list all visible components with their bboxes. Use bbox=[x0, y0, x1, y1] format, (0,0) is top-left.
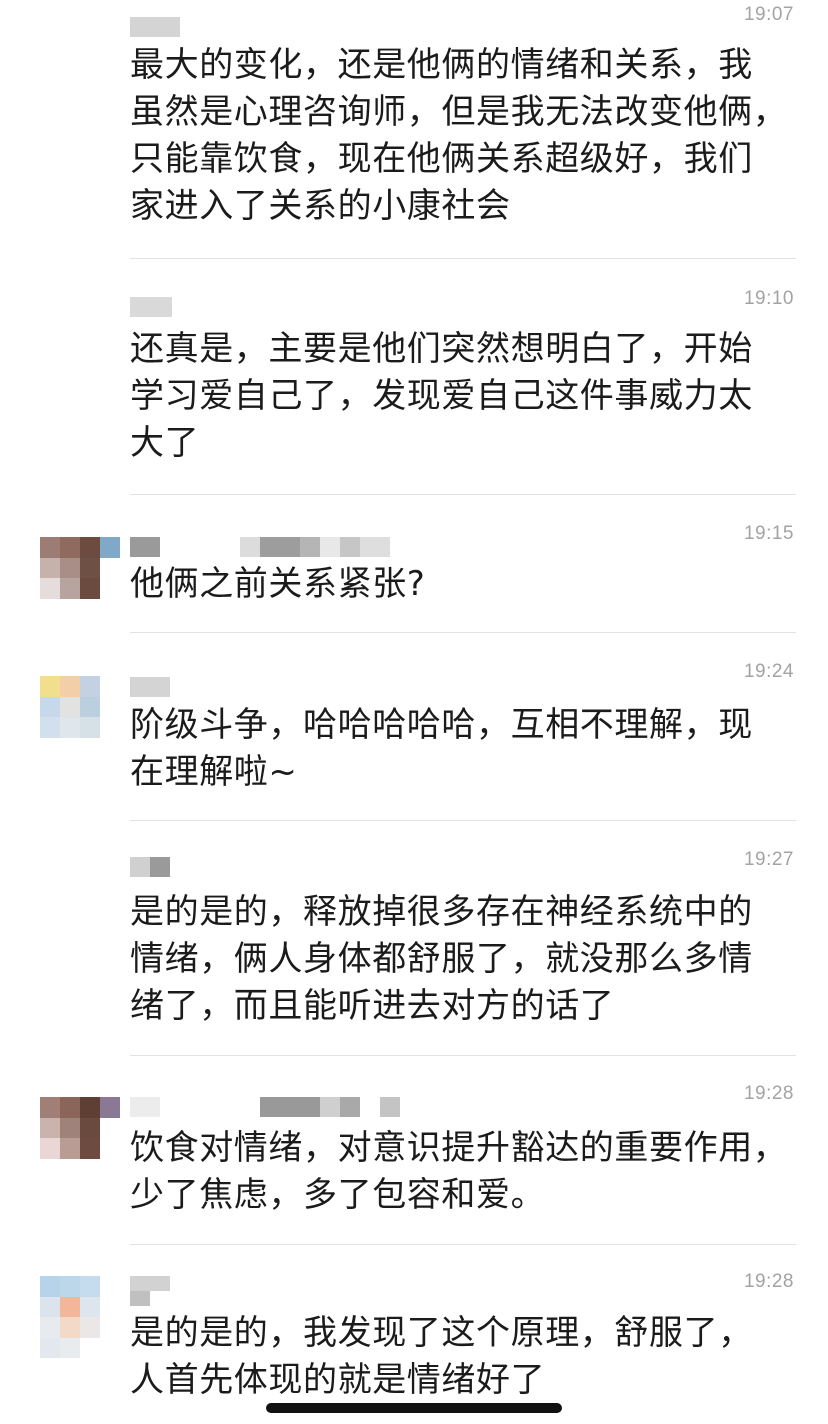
chat-message-list[interactable]: 19:07 最大的变化，还是他俩的情绪和关系，我 虽然是心理咨询师，但是我无法改… bbox=[0, 0, 828, 1424]
sender-avatar-blurred[interactable] bbox=[40, 1097, 120, 1159]
message-divider bbox=[130, 1244, 796, 1245]
message-divider bbox=[130, 632, 796, 633]
sender-name-blurred bbox=[130, 537, 390, 557]
sender-avatar-blurred[interactable] bbox=[40, 1276, 120, 1358]
sender-name-blurred bbox=[130, 297, 172, 317]
message-text: 阶级斗争，哈哈哈哈哈，互相不理解，现 在理解啦~ bbox=[130, 705, 753, 792]
message-text: 是的是的，我发现了这个原理，舒服了， 人首先体现的就是情绪好了 bbox=[130, 1313, 753, 1400]
sender-name-blurred bbox=[130, 857, 170, 877]
message-timestamp: 19:07 bbox=[743, 4, 794, 25]
message-text: 最大的变化，还是他俩的情绪和关系，我 虽然是心理咨询师，但是我无法改变他俩， 只… bbox=[130, 45, 788, 226]
home-indicator[interactable] bbox=[266, 1403, 562, 1413]
message-divider bbox=[130, 494, 796, 495]
message-divider bbox=[130, 820, 796, 821]
message-timestamp: 19:24 bbox=[743, 661, 794, 682]
message-text: 饮食对情绪，对意识提升豁达的重要作用， 少了焦虑，多了包容和爱。 bbox=[130, 1128, 788, 1215]
message-text: 他俩之前关系紧张? bbox=[130, 564, 426, 604]
message-timestamp: 19:10 bbox=[743, 288, 794, 309]
sender-avatar-blurred[interactable] bbox=[40, 537, 120, 599]
message-divider bbox=[130, 258, 796, 259]
message-timestamp: 19:28 bbox=[743, 1083, 794, 1104]
message-text: 是的是的，释放掉很多存在神经系统中的 情绪，俩人身体都舒服了，就没那么多情 绪了… bbox=[130, 892, 753, 1026]
message-timestamp: 19:27 bbox=[743, 849, 794, 870]
message-divider bbox=[130, 1055, 796, 1056]
sender-name-blurred bbox=[130, 1276, 170, 1306]
message-text: 还真是，主要是他们突然想明白了，开始 学习爱自己了，发现爱自己这件事威力太 大了 bbox=[130, 329, 753, 463]
message-timestamp: 19:28 bbox=[743, 1271, 794, 1292]
sender-name-blurred bbox=[130, 677, 170, 697]
message-timestamp: 19:15 bbox=[743, 523, 794, 544]
sender-name-blurred bbox=[130, 1097, 400, 1117]
sender-avatar-blurred[interactable] bbox=[40, 676, 120, 738]
sender-name-blurred bbox=[130, 17, 180, 37]
